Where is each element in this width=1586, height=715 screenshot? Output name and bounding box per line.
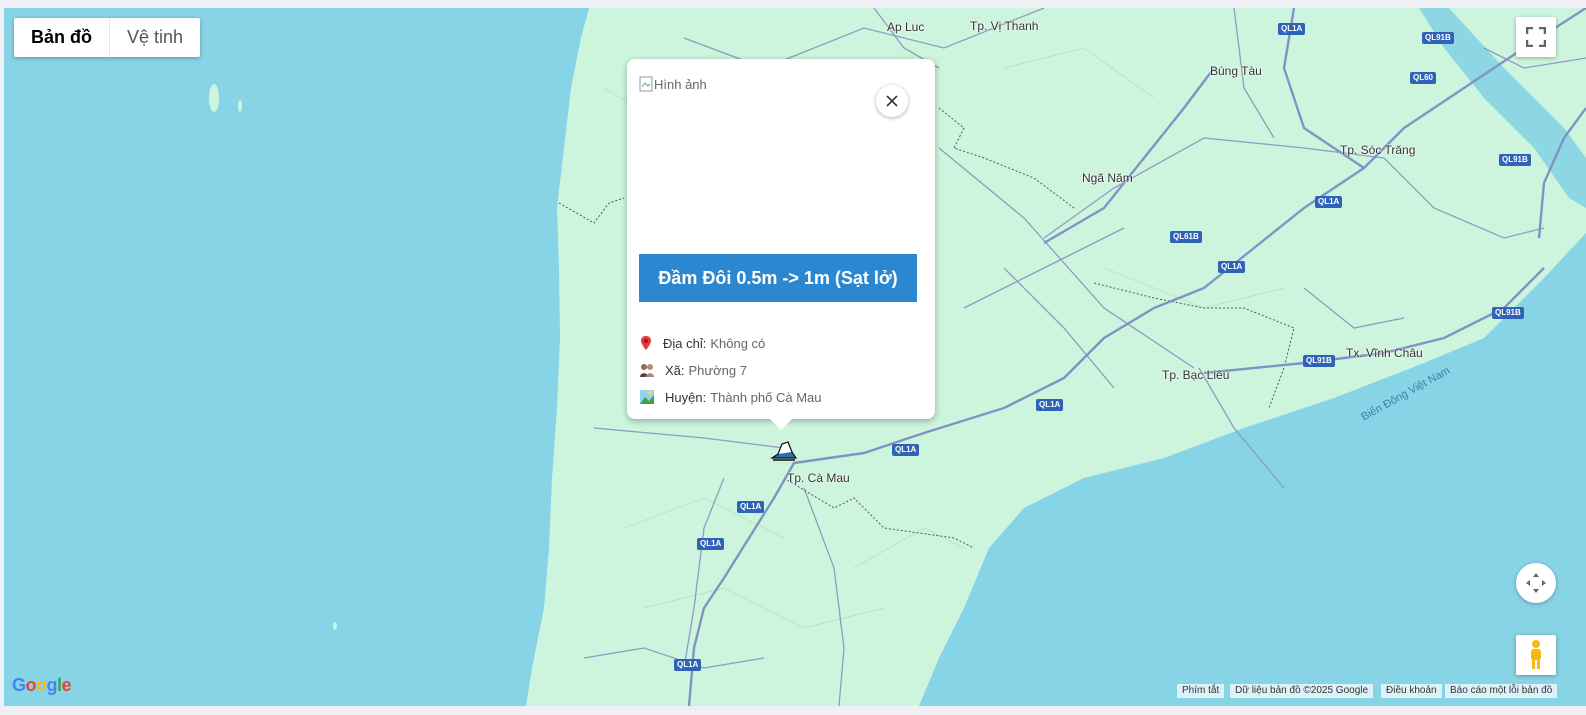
commune-label: Xã: [665,362,685,378]
place-vi-thanh: Tp. Vị Thanh [970,19,1039,33]
popup-commune-row: Xã: Phường 7 [639,362,747,378]
road-shield: QL1A [1218,261,1246,273]
road-shield: QL1A [1278,23,1306,35]
landslide-marker-icon[interactable] [770,438,798,467]
road-shield: QL91B [1422,32,1454,44]
district-label: Huyện: [665,389,707,405]
report-error-link[interactable]: Báo cáo một lỗi bản đồ [1445,684,1558,698]
road-shield: QL60 [1410,72,1437,84]
road-shield: QL1A [737,501,765,513]
road-shield: QL1A [892,444,920,456]
road-shield: QL91B [1492,307,1524,319]
road-shield: QL1A [1315,196,1343,208]
place-ap-luc: Ap Luc [887,20,925,34]
fullscreen-button[interactable] [1516,17,1556,57]
place-ca-mau: Tp. Cà Mau [787,471,850,485]
close-icon [886,95,898,107]
road-shield: QL1A [1036,399,1064,411]
map-type-satellite-button[interactable]: Vệ tinh [110,18,200,57]
map-type-map-button[interactable]: Bản đồ [14,18,110,57]
road-shield: QL91B [1303,355,1335,367]
camera-control-icon [1526,573,1546,593]
location-pin-icon [641,336,651,350]
road-shield: QL1A [697,538,725,550]
street-view-button[interactable] [1516,635,1556,675]
place-nga-nam: Ngã Năm [1082,171,1133,185]
info-popup: Hình ảnh Đầm Đôi 0.5m -> 1m (Sạt lở) Địa… [627,59,935,419]
popup-image-alt: Hình ảnh [654,76,707,92]
popup-district-row: Huyện: Thành phố Cà Mau [639,389,822,405]
popup-close-button[interactable] [876,85,908,117]
place-bac-lieu: Tp. Bạc Liêu [1162,368,1230,382]
fullscreen-icon [1526,27,1546,47]
popup-image: Hình ảnh [639,76,707,92]
popup-title: Đầm Đôi 0.5m -> 1m (Sạt lở) [639,254,917,302]
camera-control-button[interactable] [1516,563,1556,603]
place-bung-tau: Búng Tàu [1210,64,1262,78]
road-shield: QL91B [1499,154,1531,166]
popup-address-row: Địa chỉ: Không có [639,335,765,351]
road-shield: QL61B [1170,231,1202,243]
address-label: Địa chỉ: [663,335,707,351]
address-value: Không có [710,335,766,351]
people-icon [640,364,654,377]
keyboard-shortcuts-link[interactable]: Phím tắt [1177,684,1225,698]
place-vinh-chau: Tx. Vĩnh Châu [1346,346,1423,360]
google-logo[interactable]: Google [12,675,72,696]
map-type-control: Bản đồ Vệ tinh [14,18,201,57]
commune-value: Phường 7 [688,362,747,378]
district-value: Thành phố Cà Mau [710,389,822,405]
place-soc-trang: Tp. Sóc Trăng [1340,143,1416,157]
road-shield: QL1A [674,659,702,671]
map-data-attribution: Dữ liệu bản đồ ©2025 Google [1230,684,1374,698]
pegman-icon [1531,640,1541,669]
landscape-icon [640,390,654,404]
broken-image-icon [639,76,653,92]
popup-tail [769,418,793,430]
terms-link[interactable]: Điều khoản [1381,684,1442,698]
